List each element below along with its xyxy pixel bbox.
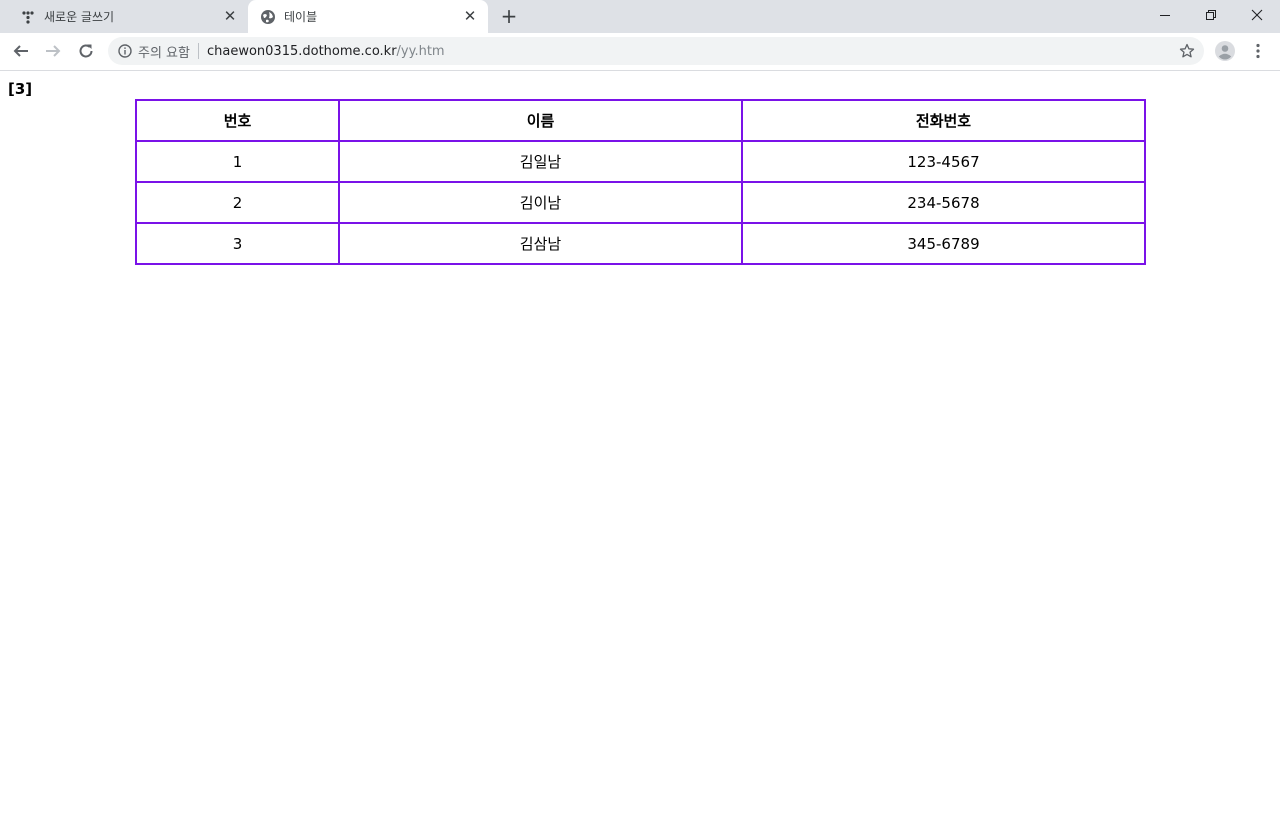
bookmark-button[interactable] (1178, 42, 1196, 60)
column-header-number: 번호 (135, 99, 340, 142)
column-header-name: 이름 (338, 99, 743, 142)
tab-title: 테이블 (284, 10, 318, 24)
table-cell: 2 (135, 181, 340, 224)
menu-button[interactable] (1248, 39, 1268, 63)
tab-title: 새로운 글쓰기 (44, 10, 115, 24)
table-cell: 1 (135, 140, 340, 183)
profile-button[interactable] (1214, 40, 1236, 62)
section-label: [3] (8, 80, 33, 98)
browser-toolbar: 주의 요함 chaewon0315.dothome.co.kr/yy.htm (0, 33, 1280, 71)
contact-table: 번호 이름 전화번호 1 김일남 123-4567 2 김이남 234-5678… (135, 99, 1146, 265)
tistory-icon (20, 9, 36, 25)
site-info-button[interactable]: 주의 요함 (118, 42, 190, 61)
table-cell: 김이남 (338, 181, 743, 224)
address-bar[interactable]: 주의 요함 chaewon0315.dothome.co.kr/yy.htm (108, 37, 1204, 65)
table-row: 3 김삼남 345-6789 (135, 222, 1146, 265)
table-cell: 김삼남 (338, 222, 743, 265)
minimize-icon (1160, 15, 1170, 16)
table-cell: 234-5678 (741, 181, 1146, 224)
page-content: [3] 번호 이름 전화번호 1 김일남 123-4567 2 김이남 234-… (0, 71, 1280, 823)
security-status: 주의 요함 (138, 45, 190, 61)
globe-icon (260, 9, 276, 25)
table-row: 2 김이남 234-5678 (135, 181, 1146, 224)
table-cell: 김일남 (338, 140, 743, 183)
info-icon (118, 44, 132, 58)
restore-icon (1206, 10, 1216, 20)
table-cell: 3 (135, 222, 340, 265)
window-close-button[interactable] (1234, 0, 1280, 30)
reload-button[interactable] (72, 37, 100, 65)
table-row: 1 김일남 123-4567 (135, 140, 1146, 183)
tab-new-post[interactable]: 새로운 글쓰기 ✕ (8, 0, 248, 33)
forward-button[interactable] (39, 37, 67, 65)
url-host: chaewon0315.dothome.co.kr (206, 43, 397, 59)
arrow-right-icon (46, 45, 61, 57)
more-vert-icon (1256, 43, 1260, 59)
avatar-icon (1215, 41, 1235, 61)
url-path: /yy.htm (396, 43, 445, 59)
arrow-left-icon (13, 45, 28, 57)
close-icon (1251, 9, 1263, 21)
tab-table[interactable]: 테이블 ✕ (248, 0, 488, 33)
url-text[interactable]: chaewon0315.dothome.co.kr/yy.htm (207, 44, 445, 59)
new-tab-button[interactable]: + (498, 5, 520, 27)
close-icon[interactable]: ✕ (222, 9, 238, 25)
reload-icon (79, 44, 93, 58)
tab-strip: 새로운 글쓰기 ✕ 테이블 ✕ + (0, 0, 1280, 33)
restore-button[interactable] (1188, 0, 1234, 30)
table-cell: 345-6789 (741, 222, 1146, 265)
column-header-phone: 전화번호 (741, 99, 1146, 142)
table-cell: 123-4567 (741, 140, 1146, 183)
minimize-button[interactable] (1142, 0, 1188, 30)
back-button[interactable] (7, 37, 35, 65)
divider (197, 43, 199, 59)
close-icon[interactable]: ✕ (462, 9, 478, 25)
star-icon (1179, 43, 1195, 58)
table-header-row: 번호 이름 전화번호 (135, 99, 1146, 142)
